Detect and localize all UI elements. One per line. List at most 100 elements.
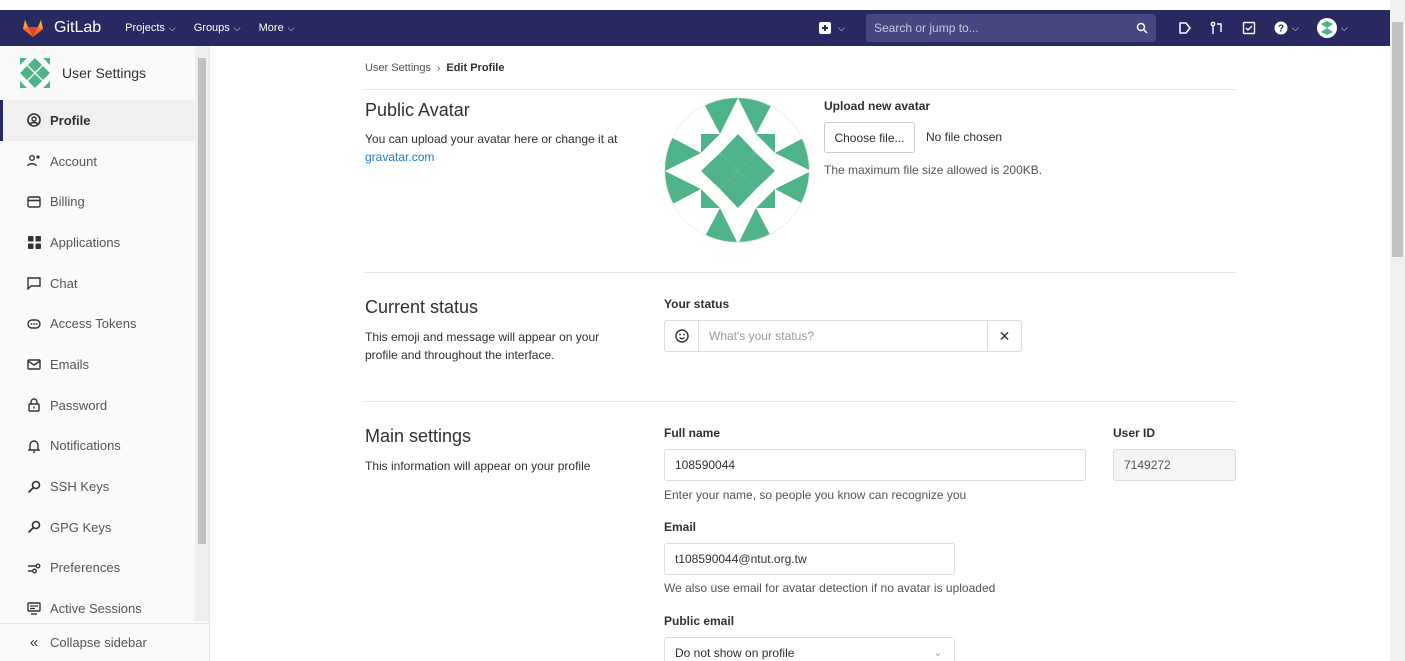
divider bbox=[365, 401, 1236, 402]
sidebar-item-label: Active Sessions bbox=[50, 601, 142, 617]
sidebar-item-label: Notifications bbox=[50, 438, 121, 454]
nav-projects[interactable]: Projects ⌵ bbox=[125, 22, 176, 34]
current-status-title: Current status bbox=[365, 297, 479, 317]
page-scrollbar[interactable] bbox=[1390, 0, 1405, 661]
user-avatar-icon bbox=[1316, 18, 1337, 38]
sidebar-item-label: Access Tokens bbox=[50, 316, 137, 332]
main-settings-desc: This information will appear on your pro… bbox=[365, 459, 591, 473]
main-settings-title: Main settings bbox=[365, 426, 472, 446]
merge-requests-button[interactable] bbox=[1210, 21, 1224, 35]
notifications-icon bbox=[26, 439, 42, 453]
chevron-down-icon: ⌵ bbox=[838, 22, 845, 33]
issues-icon bbox=[1179, 22, 1191, 34]
merge-request-icon bbox=[1210, 21, 1222, 34]
active-sessions-icon bbox=[26, 602, 42, 615]
todo-button[interactable] bbox=[1178, 21, 1192, 35]
sidebar-item-label: Applications bbox=[50, 234, 121, 250]
email-help: We also use email for avatar detection i… bbox=[664, 581, 996, 595]
sidebar-header[interactable]: User Settings bbox=[0, 46, 209, 100]
sidebar-item-label: Chat bbox=[50, 275, 78, 291]
user-avatar-dropdown[interactable]: ⌵ bbox=[1316, 18, 1348, 38]
svg-text:?: ? bbox=[1278, 24, 1284, 35]
search-icon bbox=[1136, 22, 1148, 34]
billing-icon bbox=[26, 196, 42, 208]
nav-groups[interactable]: Groups ⌵ bbox=[194, 22, 241, 34]
chevron-down-icon: ⌄ bbox=[933, 647, 942, 659]
sidebar-item-label: Billing bbox=[50, 194, 85, 210]
sidebar-item-account[interactable]: Account bbox=[0, 141, 209, 182]
sidebar-item-label: Profile bbox=[50, 112, 91, 128]
page-scrollbar-thumb[interactable] bbox=[1392, 22, 1403, 257]
profile-icon bbox=[26, 113, 42, 128]
sidebar-title: User Settings bbox=[62, 65, 147, 81]
nav-more[interactable]: More ⌵ bbox=[259, 22, 295, 34]
emoji-picker-button[interactable] bbox=[665, 321, 699, 351]
sidebar-item-label: Preferences bbox=[50, 560, 121, 576]
user-id-label: User ID bbox=[1113, 426, 1156, 440]
sidebar-item-billing[interactable]: Billing bbox=[0, 181, 209, 222]
top-navbar: GitLab Projects ⌵ Groups ⌵ More ⌵ ⌵ Search … bbox=[0, 10, 1390, 46]
smiley-icon bbox=[674, 329, 689, 343]
nav-more-label: More bbox=[258, 22, 284, 34]
sidebar-item-gpg-keys[interactable]: GPG Keys bbox=[0, 507, 209, 548]
public-avatar-title: Public Avatar bbox=[365, 100, 470, 120]
public-avatar-desc: You can upload your avatar here or chang… bbox=[365, 130, 645, 166]
collapse-sidebar-button[interactable]: « Collapse sidebar bbox=[0, 623, 209, 661]
sidebar-scrollbar[interactable] bbox=[195, 46, 209, 621]
choose-file-button[interactable]: Choose file... bbox=[824, 122, 915, 153]
status-input[interactable]: What's your status? bbox=[699, 329, 987, 343]
sidebar-item-applications[interactable]: Applications bbox=[0, 222, 209, 263]
sidebar-item-chat[interactable]: Chat bbox=[0, 263, 209, 304]
sidebar-item-label: Password bbox=[50, 397, 108, 413]
max-file-size-help: The maximum file size allowed is 200KB. bbox=[824, 163, 1043, 177]
chevron-down-icon: ⌵ bbox=[287, 22, 295, 33]
help-dropdown-button[interactable]: ? ⌵ bbox=[1274, 21, 1299, 35]
sidebar-item-access-tokens[interactable]: Access Tokens bbox=[0, 303, 209, 344]
access-tokens-icon bbox=[26, 319, 42, 329]
avatar-image bbox=[664, 97, 810, 243]
divider bbox=[365, 89, 1236, 90]
chevron-down-icon: ⌵ bbox=[233, 22, 241, 33]
divider bbox=[365, 272, 1236, 273]
todos-button[interactable] bbox=[1242, 21, 1256, 35]
sidebar-scrollbar-thumb[interactable] bbox=[198, 58, 206, 544]
public-email-select[interactable]: Do not show on profile ⌄ bbox=[664, 637, 955, 661]
sidebar-item-ssh-keys[interactable]: SSH Keys bbox=[0, 466, 209, 507]
new-dropdown-button[interactable]: ⌵ bbox=[818, 21, 852, 35]
chat-icon bbox=[26, 276, 42, 290]
search-input[interactable]: Search or jump to... bbox=[866, 14, 1156, 42]
brand[interactable]: GitLab bbox=[22, 18, 101, 38]
public-avatar-desc-text: You can upload your avatar here or chang… bbox=[365, 132, 618, 146]
gitlab-logo-icon bbox=[23, 20, 43, 37]
nav-menu: Projects ⌵ Groups ⌵ More ⌵ bbox=[125, 22, 312, 34]
chevron-right-icon: › bbox=[437, 62, 441, 74]
sidebar-item-password[interactable]: Password bbox=[0, 385, 209, 426]
brand-title: GitLab bbox=[54, 19, 102, 36]
no-file-chosen-text: No file chosen bbox=[926, 130, 1003, 144]
public-email-selected: Do not show on profile bbox=[675, 646, 795, 660]
account-icon bbox=[26, 154, 42, 168]
breadcrumb-current[interactable]: Edit Profile bbox=[446, 62, 504, 74]
full-name-input[interactable]: 108590044 bbox=[664, 449, 1086, 481]
email-input[interactable]: t108590044@ntut.org.tw bbox=[664, 543, 955, 575]
breadcrumb-parent[interactable]: User Settings bbox=[365, 62, 431, 74]
preferences-icon bbox=[26, 562, 42, 574]
sidebar-item-label: GPG Keys bbox=[50, 519, 112, 535]
check-square-icon bbox=[1242, 21, 1256, 35]
current-status-desc: This emoji and message will appear on yo… bbox=[365, 330, 600, 362]
user-id-field: 7149272 bbox=[1113, 449, 1236, 481]
sidebar-item-emails[interactable]: Emails bbox=[0, 344, 209, 385]
sidebar-item-profile[interactable]: Profile bbox=[0, 100, 209, 141]
gravatar-link[interactable]: gravatar.com bbox=[365, 150, 434, 164]
sidebar-item-preferences[interactable]: Preferences bbox=[0, 548, 209, 589]
sidebar-item-notifications[interactable]: Notifications bbox=[0, 426, 209, 467]
avatar-identicon bbox=[665, 98, 809, 242]
plus-square-icon bbox=[819, 22, 831, 34]
clear-status-button[interactable]: ✕ bbox=[987, 321, 1021, 351]
collapse-sidebar-label: Collapse sidebar bbox=[50, 635, 147, 650]
double-chevron-left-icon: « bbox=[29, 634, 39, 651]
full-name-label: Full name bbox=[664, 426, 721, 440]
full-name-help: Enter your name, so people you know can … bbox=[664, 488, 967, 502]
help-icon: ? bbox=[1274, 21, 1288, 35]
breadcrumb: User Settings › Edit Profile bbox=[365, 62, 504, 74]
